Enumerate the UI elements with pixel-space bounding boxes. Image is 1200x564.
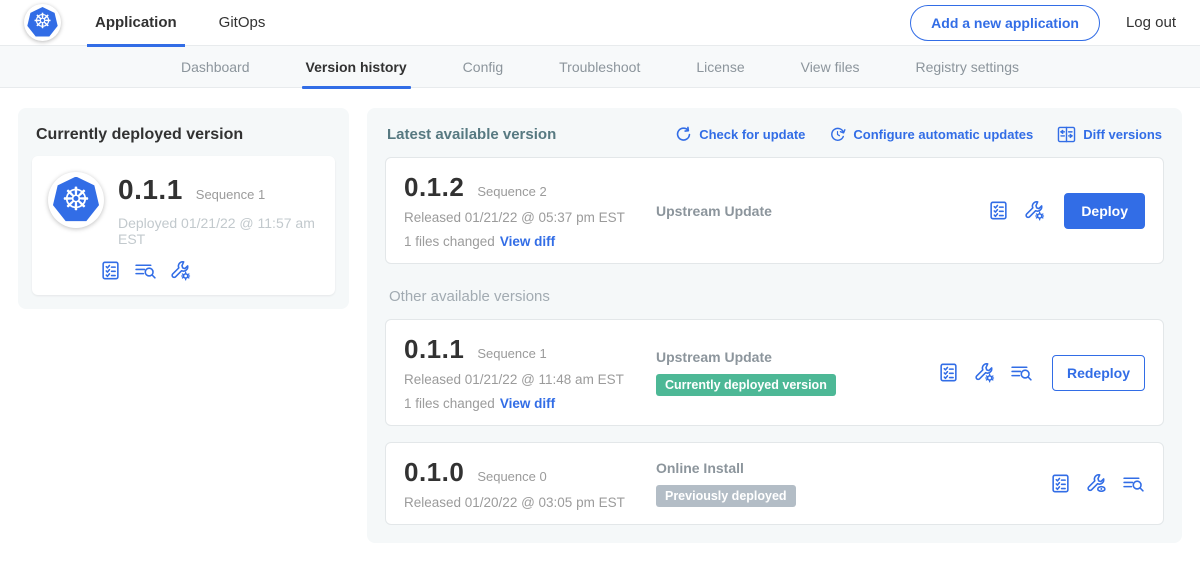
currently-deployed-badge: Currently deployed version [656,374,836,396]
app-header: ☸ Application GitOps Add a new applicati… [0,0,1200,46]
preflight-checks-icon[interactable] [100,260,121,281]
files-changed-label: 1 files changed [404,234,495,249]
diff-versions-link[interactable]: Diff versions [1057,126,1162,143]
preflight-checks-icon[interactable] [988,200,1009,221]
version-row-0-1-1: 0.1.1 Sequence 1 Released 01/21/22 @ 11:… [385,319,1164,426]
tab-view-files[interactable]: View files [801,46,860,88]
deployed-timestamp: Deployed 01/21/22 @ 11:57 am EST [118,215,319,247]
diff-versions-label: Diff versions [1083,127,1162,142]
deployed-version-info: 0.1.1 Sequence 1 Deployed 01/21/22 @ 11:… [118,172,319,281]
header-right: Add a new application Log out [910,5,1176,41]
sequence-label: Sequence 2 [477,184,546,199]
kubernetes-logo: ☸ [24,4,61,41]
files-changed-label: 1 files changed [404,396,495,411]
view-diff-link[interactable]: View diff [500,234,555,249]
deploy-logs-icon[interactable] [1122,473,1145,494]
version-number: 0.1.0 [404,457,464,488]
tab-registry-settings[interactable]: Registry settings [916,46,1019,88]
version-source-label: Online Install [656,460,938,476]
version-number: 0.1.2 [404,172,464,203]
diff-panels-icon [1057,126,1076,143]
deploy-button[interactable]: Deploy [1064,193,1145,229]
app-logo-badge: ☸ [48,172,104,228]
kubernetes-helm-icon: ☸ [27,7,58,38]
header-tab-application[interactable]: Application [95,0,177,46]
check-for-update-link[interactable]: Check for update [675,126,805,143]
app-subnav: Dashboard Version history Config Trouble… [0,46,1200,88]
tab-version-history[interactable]: Version history [306,46,407,88]
header-tab-gitops[interactable]: GitOps [219,0,266,46]
configure-automatic-updates-label: Configure automatic updates [853,127,1033,142]
logout-button[interactable]: Log out [1126,14,1176,31]
version-row-0-1-0: 0.1.0 Sequence 0 Released 01/20/22 @ 03:… [385,442,1164,525]
deployed-version-number: 0.1.1 [118,174,183,206]
refresh-arrow-icon [675,126,692,143]
check-for-update-label: Check for update [699,127,805,142]
previously-deployed-badge: Previously deployed [656,485,796,507]
sequence-label: Sequence 1 [477,346,546,361]
deploy-logs-icon[interactable] [1010,362,1033,383]
version-source-label: Upstream Update [656,349,938,365]
edit-config-icon[interactable] [170,260,191,281]
configure-automatic-updates-link[interactable]: Configure automatic updates [829,126,1033,143]
latest-version-title: Latest available version [387,126,556,143]
edit-config-icon[interactable] [974,362,995,383]
version-history-panel: Latest available version Check for updat… [367,108,1182,543]
redeploy-button[interactable]: Redeploy [1052,355,1145,391]
currently-deployed-card: Currently deployed version ☸ 0.1.1 Seque… [18,108,349,309]
version-number: 0.1.1 [404,334,464,365]
preflight-checks-icon[interactable] [938,362,959,383]
preflight-checks-icon[interactable] [1050,473,1071,494]
refresh-clock-icon [829,126,846,143]
view-config-icon[interactable] [1086,473,1107,494]
sequence-label: Sequence 0 [477,469,546,484]
other-versions-title: Other available versions [389,288,1160,305]
tab-config[interactable]: Config [463,46,503,88]
currently-deployed-title: Currently deployed version [36,126,331,144]
released-timestamp: Released 01/20/22 @ 03:05 pm EST [404,495,656,510]
main-content: Currently deployed version ☸ 0.1.1 Seque… [0,88,1200,563]
edit-config-icon[interactable] [1024,200,1045,221]
released-timestamp: Released 01/21/22 @ 05:37 pm EST [404,210,656,225]
deploy-logs-icon[interactable] [134,260,157,281]
kubernetes-helm-icon: ☸ [53,177,100,224]
released-timestamp: Released 01/21/22 @ 11:48 am EST [404,372,656,387]
view-diff-link[interactable]: View diff [500,396,555,411]
version-row-0-1-2: 0.1.2 Sequence 2 Released 01/21/22 @ 05:… [385,157,1164,264]
deployed-version-card: ☸ 0.1.1 Sequence 1 Deployed 01/21/22 @ 1… [32,156,335,295]
tab-troubleshoot[interactable]: Troubleshoot [559,46,640,88]
version-source-label: Upstream Update [656,203,938,219]
add-application-button[interactable]: Add a new application [910,5,1100,41]
deployed-sequence-label: Sequence 1 [196,187,265,202]
tab-license[interactable]: License [696,46,744,88]
tab-dashboard[interactable]: Dashboard [181,46,250,88]
